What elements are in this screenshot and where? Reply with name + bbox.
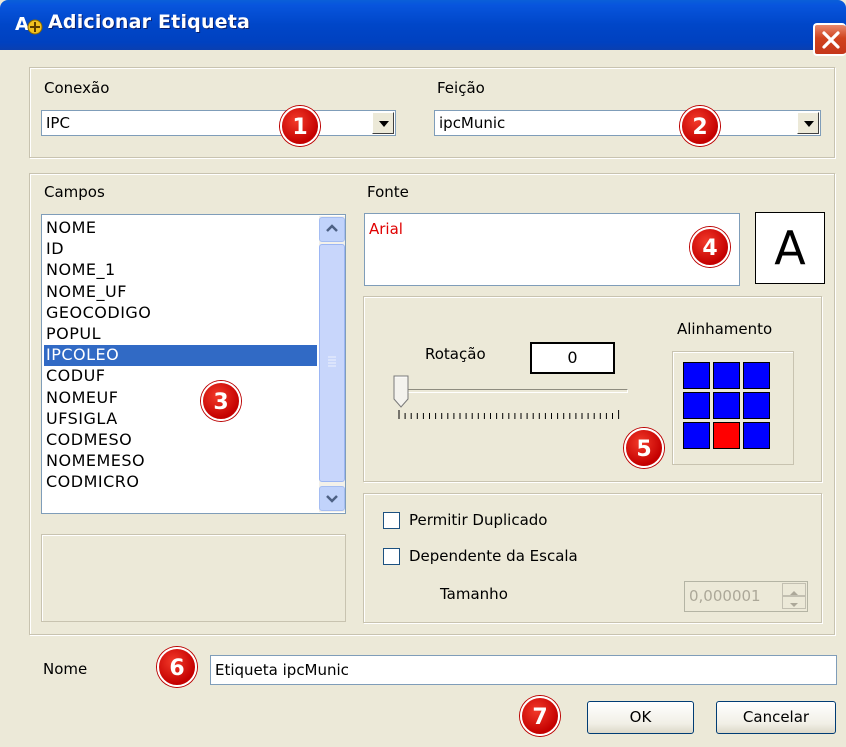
size-value: 0,000001 <box>689 587 761 605</box>
field-list-item[interactable]: IPCOLEO <box>44 345 317 367</box>
rotation-slider-thumb[interactable] <box>393 375 409 408</box>
chevron-up-icon <box>326 224 338 232</box>
field-list-item[interactable]: NOMEUF <box>44 388 317 409</box>
field-list-item[interactable]: CODMICRO <box>44 472 317 493</box>
field-list-item[interactable]: CODUF <box>44 366 317 387</box>
font-display: Arial <box>364 213 740 286</box>
close-icon <box>822 31 840 49</box>
field-list-item[interactable]: NOMEMESO <box>44 451 317 472</box>
window-title: Adicionar Etiqueta <box>48 11 251 33</box>
grip-icon <box>328 356 336 367</box>
rotation-label: Rotação <box>425 345 486 363</box>
callout-badge-3: 3 <box>201 381 241 421</box>
callout-badge-4: 4 <box>690 227 730 267</box>
name-field[interactable] <box>210 655 837 685</box>
field-list-item[interactable]: NOME <box>44 218 317 239</box>
cancel-button[interactable]: Cancelar <box>716 701 836 734</box>
dialog-window: A Adicionar Etiqueta Conexão IPC Feição … <box>0 0 846 747</box>
fields-listbox[interactable]: NOME ID NOME_1 NOME_UF GEOCODIGO POPUL IPCOLEO… <box>41 214 346 514</box>
name-label: Nome <box>43 660 88 678</box>
field-list-item[interactable]: NOME_UF <box>44 282 317 303</box>
size-spinner[interactable]: 0,000001 <box>684 581 808 612</box>
svg-text:A: A <box>15 14 29 35</box>
alignment-cell[interactable] <box>743 392 770 419</box>
alignment-label: Alinhamento <box>677 320 773 338</box>
callout-badge-5: 5 <box>624 428 664 468</box>
spin-down-button[interactable] <box>782 596 806 609</box>
field-list-item[interactable]: UFSIGLA <box>44 409 317 430</box>
chevron-down-icon[interactable] <box>797 112 819 134</box>
field-preview-panel <box>41 534 346 622</box>
caret-down-icon <box>790 603 798 607</box>
alignment-cell[interactable] <box>683 392 710 419</box>
fields-scrollbar[interactable] <box>319 216 345 512</box>
field-list-item[interactable]: CODMESO <box>44 430 317 451</box>
scroll-down-button[interactable] <box>319 486 345 511</box>
alignment-grid <box>672 351 794 465</box>
spin-up-button[interactable] <box>782 583 806 596</box>
scroll-thumb[interactable] <box>319 244 345 482</box>
field-list-item[interactable]: ID <box>44 239 317 260</box>
connection-label: Conexão <box>44 79 110 97</box>
allow-duplicate-label: Permitir Duplicado <box>409 511 548 529</box>
font-button[interactable]: A <box>755 212 825 284</box>
callout-badge-2: 2 <box>680 106 720 146</box>
chevron-down-icon[interactable] <box>372 112 394 134</box>
alignment-cell[interactable] <box>683 362 710 389</box>
callout-badge-7: 7 <box>520 696 560 736</box>
title-bar[interactable]: A Adicionar Etiqueta <box>0 0 846 50</box>
rotation-slider-track[interactable] <box>398 389 628 393</box>
field-list-item[interactable]: NOME_1 <box>44 260 317 281</box>
scroll-up-button[interactable] <box>319 217 345 242</box>
close-button[interactable] <box>813 23 846 56</box>
alignment-cell[interactable] <box>683 422 710 449</box>
feature-value: ipcMunic <box>439 114 506 132</box>
font-value: Arial <box>369 220 403 238</box>
allow-duplicate-checkbox[interactable] <box>383 512 400 529</box>
ok-button[interactable]: OK <box>587 701 694 734</box>
scale-dependent-checkbox[interactable] <box>383 548 400 565</box>
scale-dependent-label: Dependente da Escala <box>409 547 578 565</box>
add-label-icon: A <box>15 14 43 35</box>
size-label: Tamanho <box>440 585 508 603</box>
chevron-down-icon <box>326 495 338 503</box>
rotation-input[interactable]: 0 <box>530 342 615 374</box>
alignment-cell[interactable] <box>713 392 740 419</box>
alignment-cell[interactable] <box>743 362 770 389</box>
alignment-cell[interactable] <box>743 422 770 449</box>
field-list-item[interactable]: GEOCODIGO <box>44 303 317 324</box>
field-list-item[interactable]: POPUL <box>44 324 317 345</box>
feature-select[interactable]: ipcMunic <box>434 110 821 136</box>
name-input[interactable] <box>211 656 836 684</box>
callout-badge-6: 6 <box>157 647 197 687</box>
font-label: Fonte <box>367 183 409 201</box>
slider-ticks <box>398 410 620 419</box>
connection-value: IPC <box>46 114 70 132</box>
callout-badge-1: 1 <box>280 106 320 146</box>
fields-label: Campos <box>44 183 105 201</box>
connection-select[interactable]: IPC <box>41 110 396 136</box>
alignment-cell[interactable] <box>713 422 740 449</box>
alignment-cell[interactable] <box>713 362 740 389</box>
feature-label: Feição <box>437 79 485 97</box>
